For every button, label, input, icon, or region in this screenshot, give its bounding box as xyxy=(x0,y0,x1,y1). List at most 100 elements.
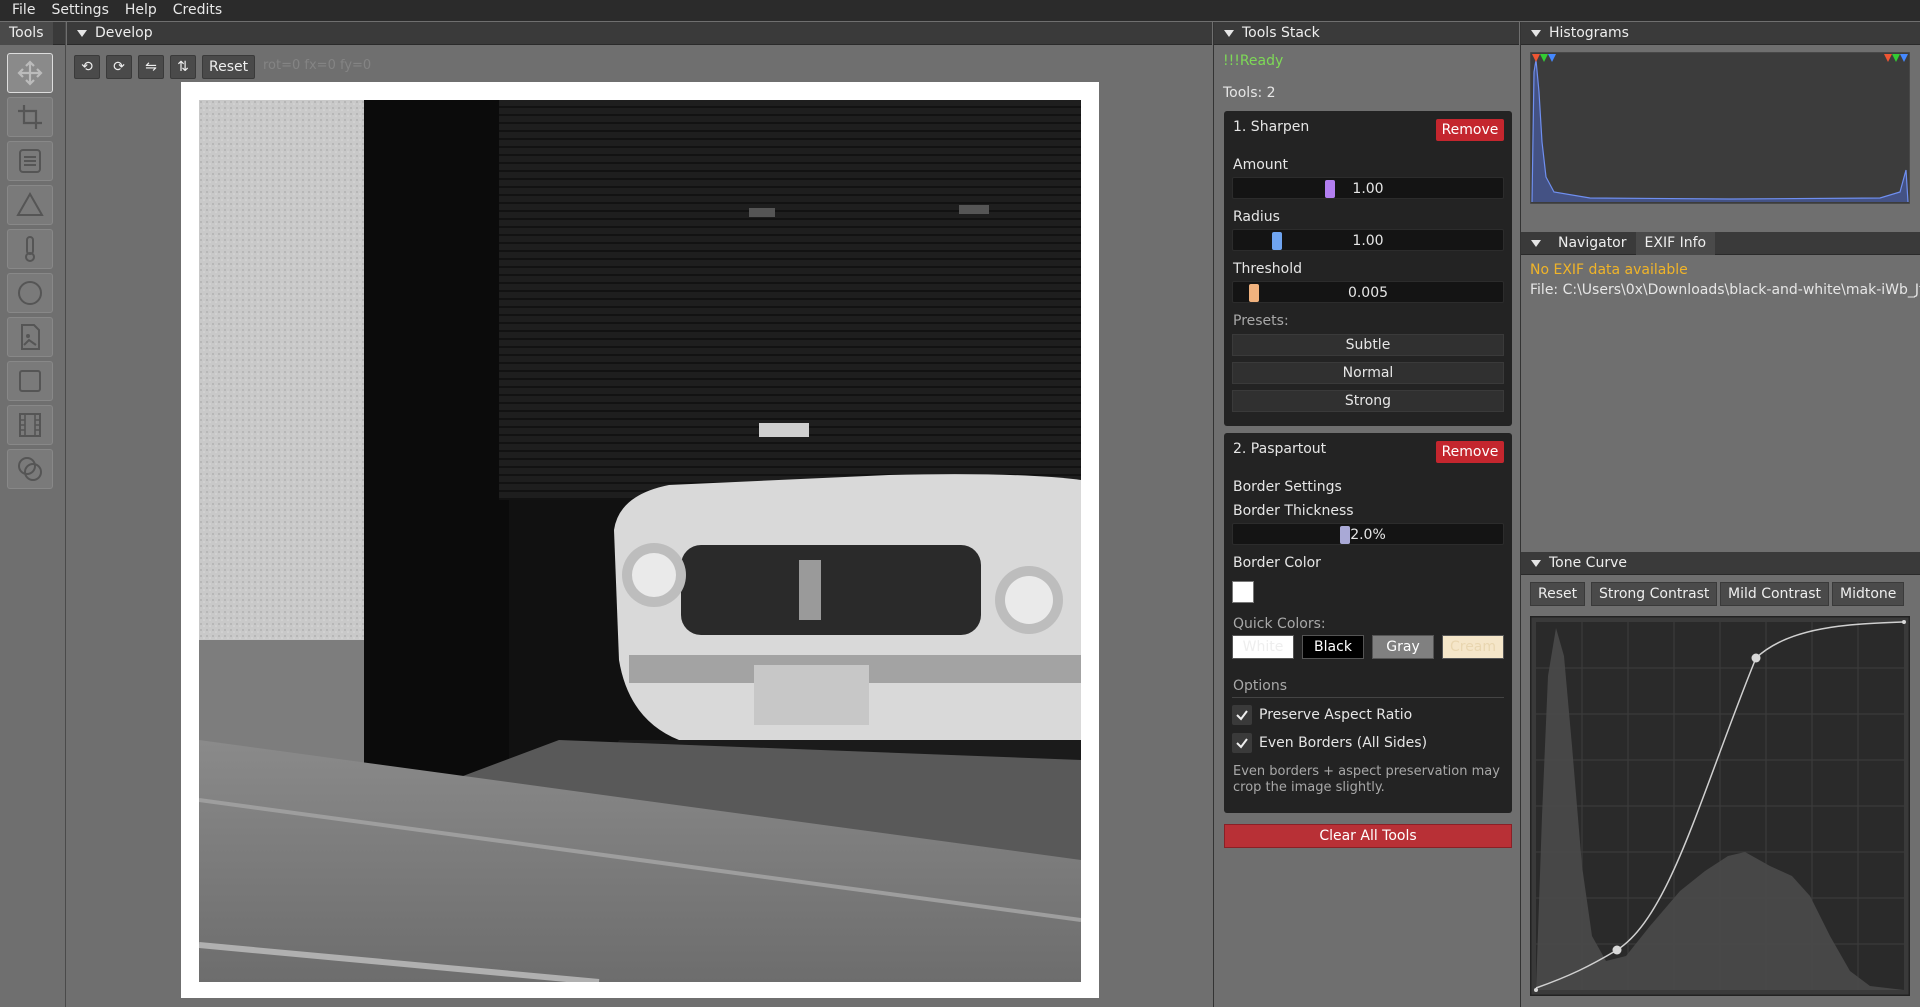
preset-normal-button[interactable]: Normal xyxy=(1232,362,1504,384)
border-color-swatch[interactable] xyxy=(1232,581,1254,603)
border-thickness-label: Border Thickness xyxy=(1233,503,1354,519)
film-icon xyxy=(19,413,41,437)
tools-stack-header: Tools Stack xyxy=(1214,22,1519,45)
tools-count: Tools: 2 xyxy=(1223,85,1276,101)
even-borders-checkbox[interactable] xyxy=(1232,733,1252,753)
tone-curve-panel: Tone Curve Reset Strong Contrast Mild Co… xyxy=(1520,552,1920,1007)
flip-horizontal-button[interactable]: ⇋ xyxy=(138,55,164,79)
navigator-exif-panel: Navigator EXIF Info No EXIF data availab… xyxy=(1520,231,1920,552)
border-color-label: Border Color xyxy=(1233,555,1321,571)
sharpen-title: 1. Sharpen xyxy=(1233,119,1310,135)
film-tool-button[interactable] xyxy=(7,405,53,445)
list-icon xyxy=(19,149,41,173)
crop-icon xyxy=(18,105,42,129)
paspartout-title: 2. Paspartout xyxy=(1233,441,1327,457)
mild-contrast-button[interactable]: Mild Contrast xyxy=(1720,582,1830,606)
collapse-triangle-icon[interactable] xyxy=(1224,29,1234,37)
tools-stack-panel: Tools Stack !!!Ready Tools: 2 1. Sharpen… xyxy=(1213,22,1519,1007)
threshold-slider[interactable]: 0.005 xyxy=(1232,281,1504,303)
tools-panel: Tools xyxy=(0,21,66,1007)
develop-panel: Develop ⟲ ⟳ ⇋ ⇅ Reset rot=0 fx=0 fy=0 xyxy=(67,22,1212,1007)
develop-title: Develop xyxy=(95,25,153,41)
collapse-triangle-icon[interactable] xyxy=(77,29,87,37)
quick-colors-label: Quick Colors: xyxy=(1233,616,1326,632)
threshold-value: 0.005 xyxy=(1347,285,1389,301)
radius-value: 1.00 xyxy=(1352,233,1384,249)
tone-curve-title: Tone Curve xyxy=(1549,555,1627,571)
threshold-label: Threshold xyxy=(1233,261,1302,277)
vignette-tool-button[interactable] xyxy=(7,273,53,313)
quick-color-cream-button[interactable]: Cream xyxy=(1442,635,1504,659)
menu-settings[interactable]: Settings xyxy=(43,0,116,21)
curve-point[interactable] xyxy=(1534,988,1538,992)
tone-curve-header: Tone Curve xyxy=(1521,552,1920,575)
image-file-icon xyxy=(21,324,40,350)
preset-subtle-button[interactable]: Subtle xyxy=(1232,334,1504,356)
frame-tool-button[interactable] xyxy=(7,361,53,401)
quick-colors-row: White Black Gray Cream xyxy=(1232,635,1504,659)
collapse-triangle-icon[interactable] xyxy=(1531,239,1541,247)
preset-strong-button[interactable]: Strong xyxy=(1232,390,1504,412)
quick-color-white-button[interactable]: White xyxy=(1232,635,1294,659)
menu-help[interactable]: Help xyxy=(117,0,165,21)
tab-navigator[interactable]: Navigator xyxy=(1549,232,1636,255)
menu-file[interactable]: File xyxy=(4,0,43,21)
collapse-triangle-icon[interactable] xyxy=(1531,29,1541,37)
overlap-circles-icon xyxy=(18,457,42,481)
preserve-aspect-checkbox[interactable] xyxy=(1232,705,1252,725)
status-text: !!!Ready xyxy=(1223,53,1284,69)
quick-color-gray-button[interactable]: Gray xyxy=(1372,635,1434,659)
paspartout-card: 2. Paspartout Remove Border Settings Bor… xyxy=(1224,433,1512,813)
crop-tool-button[interactable] xyxy=(7,97,53,137)
options-divider xyxy=(1232,697,1504,698)
navigator-exif-header: Navigator EXIF Info xyxy=(1521,231,1920,255)
curve-point[interactable] xyxy=(1751,653,1761,663)
collapse-triangle-icon[interactable] xyxy=(1531,559,1541,567)
image-tool-button[interactable] xyxy=(7,317,53,357)
amount-slider[interactable]: 1.00 xyxy=(1232,177,1504,199)
checkmark-icon xyxy=(1236,710,1248,721)
rotate-right-button[interactable]: ⟳ xyxy=(106,55,132,79)
clear-all-tools-button[interactable]: Clear All Tools xyxy=(1224,824,1512,848)
sharpen-card: 1. Sharpen Remove Amount 1.00 Radius 1.0… xyxy=(1224,111,1512,426)
preserve-aspect-label[interactable]: Preserve Aspect Ratio xyxy=(1259,707,1412,723)
adjust-tool-button[interactable] xyxy=(7,141,53,181)
curve-reset-button[interactable]: Reset xyxy=(1530,582,1586,606)
paspartout-remove-button[interactable]: Remove xyxy=(1436,441,1504,463)
tone-curve-editor[interactable] xyxy=(1530,616,1910,996)
presets-label: Presets: xyxy=(1233,313,1289,329)
strong-contrast-button[interactable]: Strong Contrast xyxy=(1591,582,1718,606)
flip-vertical-button[interactable]: ⇅ xyxy=(170,55,196,79)
sharpen-remove-button[interactable]: Remove xyxy=(1436,119,1504,141)
move-tool-button[interactable] xyxy=(7,53,53,93)
radius-label: Radius xyxy=(1233,209,1280,225)
tools-stack-title: Tools Stack xyxy=(1242,25,1320,41)
even-borders-label[interactable]: Even Borders (All Sides) xyxy=(1259,735,1427,751)
no-exif-message: No EXIF data available xyxy=(1530,262,1688,278)
curve-point[interactable] xyxy=(1612,945,1622,955)
amount-value: 1.00 xyxy=(1352,181,1384,197)
rotate-left-button[interactable]: ⟲ xyxy=(74,55,100,79)
curve-point[interactable] xyxy=(1902,620,1906,624)
menu-credits[interactable]: Credits xyxy=(165,0,230,21)
thermometer-icon xyxy=(25,236,35,262)
histograms-header: Histograms xyxy=(1521,22,1920,45)
border-settings-heading: Border Settings xyxy=(1233,479,1342,495)
file-path: File: C:\Users\0x\Downloads\black-and-wh… xyxy=(1530,282,1920,298)
photo[interactable] xyxy=(199,100,1081,982)
quick-color-black-button[interactable]: Black xyxy=(1302,635,1364,659)
develop-reset-button[interactable]: Reset xyxy=(202,55,256,79)
tools-panel-header: Tools xyxy=(0,21,65,45)
midtone-button[interactable]: Midtone xyxy=(1832,582,1905,606)
border-thickness-slider[interactable]: 2.0% xyxy=(1232,523,1504,545)
exposure-tool-button[interactable] xyxy=(7,185,53,225)
circle-icon xyxy=(18,281,42,305)
histograms-title: Histograms xyxy=(1549,25,1629,41)
temperature-tool-button[interactable] xyxy=(7,229,53,269)
radius-slider[interactable]: 1.00 xyxy=(1232,229,1504,251)
histogram-graph xyxy=(1530,52,1910,204)
checkmark-icon xyxy=(1236,738,1248,749)
tab-exif-info[interactable]: EXIF Info xyxy=(1635,231,1716,255)
blend-tool-button[interactable] xyxy=(7,449,53,489)
paspartout-frame xyxy=(181,82,1099,998)
